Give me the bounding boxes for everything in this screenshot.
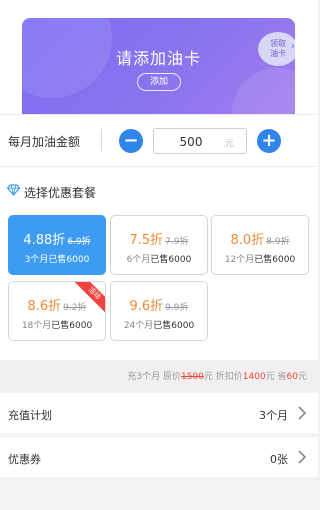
package-sold: 已售6000 (153, 321, 195, 331)
package-option-12m[interactable]: 8.0折 8.9折 12个月已售6000 (211, 215, 309, 275)
package-sold: 已售6000 (48, 255, 90, 265)
minus-icon: − (123, 130, 139, 151)
plus-icon: + (261, 130, 277, 151)
package-months: 6个月 (126, 255, 151, 265)
package-option-18m[interactable]: 活动 8.6折 9.2折 18个月已售6000 (8, 281, 106, 341)
increase-button[interactable]: + (257, 129, 281, 153)
original-rate: 9.2折 (63, 303, 87, 313)
amount-input[interactable]: 500 元 (153, 128, 247, 154)
discount-rate: 4.88折 (23, 233, 66, 248)
amount-value: 500 (179, 135, 203, 149)
chevron-right-icon: › (291, 41, 295, 52)
coupon-value: 0张 (270, 453, 288, 466)
package-sold: 已售6000 (150, 255, 192, 265)
decrease-button[interactable]: − (119, 129, 143, 153)
oil-card-section: 请添加油卡 添加 领取 油卡 › (0, 0, 318, 114)
card-title: 请添加油卡 (115, 49, 201, 68)
summary-unit: 元 (297, 372, 307, 382)
chevron-right-icon (298, 450, 307, 464)
recharge-plan-label: 充值计划 (8, 409, 52, 422)
add-card-button[interactable]: 添加 (137, 73, 181, 91)
decor-bubble (232, 68, 295, 114)
package-title: 选择优惠套餐 (24, 186, 97, 200)
monthly-amount-label: 每月加油金额 (8, 135, 81, 149)
add-oil-card-banner: 请添加油卡 添加 领取 油卡 › (22, 18, 295, 114)
discount-rate: 7.5折 (129, 233, 164, 248)
saving-amount: 60 (286, 372, 298, 382)
package-sold: 已售6000 (51, 321, 93, 331)
package-section: 选择优惠套餐 4.88折 6.9折 3个月已售6000 7.5折 7.9折 6个月已… (0, 166, 318, 360)
diamond-icon (7, 184, 20, 196)
coupon-row[interactable]: 优惠券 0张 (0, 437, 318, 477)
claim-label-line2: 油卡 (270, 49, 286, 58)
original-rate: 8.9折 (266, 237, 290, 247)
monthly-amount-row: 每月加油金额 − 500 元 + (0, 114, 318, 166)
summary-unit: 元 折扣价 (203, 372, 243, 382)
package-option-3m[interactable]: 4.88折 6.9折 3个月已售6000 (8, 215, 106, 275)
claim-card-button[interactable]: 领取 油卡 › (258, 32, 295, 66)
discount-price: 1400 (242, 372, 266, 382)
package-option-24m[interactable]: 9.6折 9.9折 24个月已售6000 (110, 281, 208, 341)
package-months: 12个月 (224, 255, 255, 265)
recharge-plan-row[interactable]: 充值计划 3个月 (0, 393, 318, 433)
original-rate: 6.9折 (67, 237, 91, 247)
package-sold: 已售6000 (254, 255, 296, 265)
divider (101, 129, 102, 151)
discount-rate: 9.6折 (129, 299, 164, 314)
original-price: 1500 (180, 372, 204, 382)
summary-unit: 元 省 (265, 372, 287, 382)
discount-rate: 8.6折 (27, 299, 62, 314)
discount-rate: 8.0折 (230, 233, 265, 248)
price-summary-text: 充3个月 原价1500元 折扣价1400元 省60元 (127, 369, 307, 382)
recharge-plan-value: 3个月 (259, 409, 288, 422)
chevron-right-icon (298, 406, 307, 420)
original-rate: 9.9折 (165, 303, 189, 313)
amount-unit: 元 (224, 139, 234, 149)
package-months: 24个月 (123, 321, 154, 331)
claim-label-line1: 领取 (270, 39, 286, 48)
package-months: 3个月 (24, 255, 49, 265)
package-option-6m[interactable]: 7.5折 7.9折 6个月已售6000 (110, 215, 208, 275)
original-rate: 7.9折 (165, 237, 189, 247)
package-months: 18个月 (21, 321, 52, 331)
coupon-label: 优惠券 (8, 453, 41, 466)
summary-prefix: 充3个月 原价 (127, 372, 181, 382)
price-summary: 充3个月 原价1500元 折扣价1400元 省60元 (0, 360, 318, 390)
